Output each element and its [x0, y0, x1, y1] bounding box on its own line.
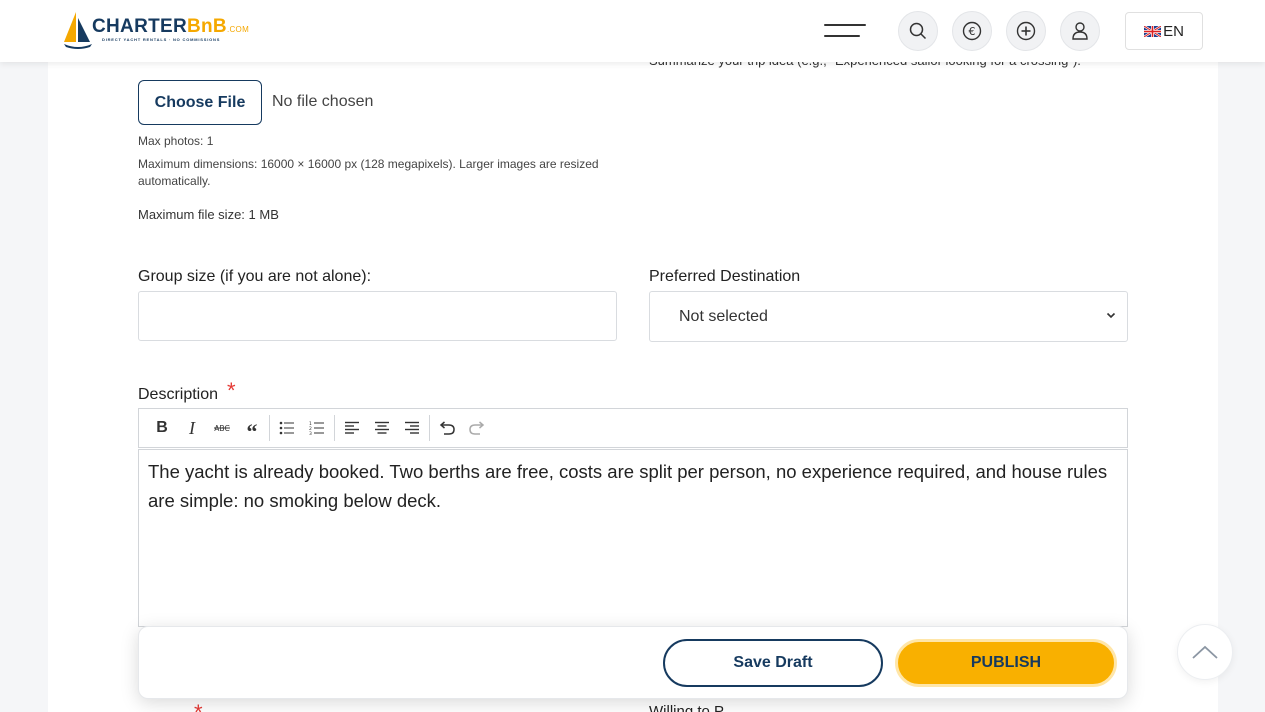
charterbnb-logo[interactable]: CHARTERBnB.COM DIRECT YACHT RENTALS · NO…	[62, 10, 252, 50]
destination-selected-value: Not selected	[679, 307, 768, 325]
chevron-down-icon	[1106, 312, 1116, 319]
menu-icon[interactable]	[824, 22, 866, 40]
scroll-to-top-button[interactable]	[1177, 624, 1233, 680]
search-button[interactable]	[898, 11, 938, 51]
required-marker: *	[227, 378, 236, 403]
quote-icon: “	[246, 419, 258, 444]
destination-select[interactable]: Not selected	[649, 291, 1128, 342]
publish-button[interactable]: PUBLISH	[895, 639, 1117, 687]
file-status: No file chosen	[272, 93, 374, 110]
bullet-list-button[interactable]	[272, 413, 302, 443]
language-selector[interactable]: EN	[1125, 12, 1203, 50]
align-left-button[interactable]	[337, 413, 367, 443]
site-header: CHARTERBnB.COM DIRECT YACHT RENTALS · NO…	[0, 0, 1265, 62]
max-file-size-note: Maximum file size: 1 MB	[138, 207, 279, 222]
bold-icon: B	[156, 419, 168, 436]
align-left-icon	[345, 421, 359, 434]
bullet-list-icon	[279, 421, 294, 435]
group-size-input[interactable]	[138, 291, 617, 341]
strikethrough-icon: ABC	[214, 424, 230, 433]
currency-button[interactable]: €	[952, 11, 992, 51]
blockquote-button[interactable]: “	[237, 413, 267, 443]
redo-icon	[469, 421, 485, 435]
chevron-up-icon	[1192, 645, 1218, 659]
italic-icon: I	[189, 417, 195, 438]
redo-button[interactable]	[462, 413, 492, 443]
action-bar: Save Draft PUBLISH	[138, 626, 1128, 699]
numbered-list-icon: 123	[309, 421, 324, 435]
max-photos-note: Max photos: 1	[138, 134, 214, 148]
add-listing-button[interactable]	[1006, 11, 1046, 51]
svg-text:€: €	[969, 25, 976, 38]
save-draft-button[interactable]: Save Draft	[663, 639, 883, 687]
align-center-icon	[375, 421, 389, 434]
logo-wordmark: CHARTERBnB.COM	[92, 16, 250, 37]
svg-text:3: 3	[309, 431, 312, 435]
align-center-button[interactable]	[367, 413, 397, 443]
bold-button[interactable]: B	[147, 413, 177, 443]
max-dimensions-note: Maximum dimensions: 16000 × 16000 px (12…	[138, 157, 599, 188]
uk-flag-icon	[1144, 25, 1162, 37]
description-label: Description	[138, 386, 219, 403]
numbered-list-button[interactable]: 123	[302, 413, 332, 443]
align-right-icon	[405, 421, 419, 434]
group-size-label: Group size (if you are not alone):	[138, 268, 372, 285]
italic-button[interactable]: I	[177, 413, 207, 443]
strikethrough-button[interactable]: ABC	[207, 413, 237, 443]
description-editor[interactable]: The yacht is already booked. Two berths …	[138, 449, 1128, 627]
user-icon	[1072, 22, 1088, 40]
euro-icon: €	[962, 21, 982, 41]
undo-button[interactable]	[432, 413, 462, 443]
next-field-label: Willing to P	[649, 703, 725, 712]
account-button[interactable]	[1060, 11, 1100, 51]
required-marker-next: *	[194, 700, 203, 712]
logo-tagline: DIRECT YACHT RENTALS · NO COMMISSIONS	[102, 37, 221, 42]
sail-logo-icon	[64, 12, 92, 49]
choose-file-button[interactable]: Choose File	[138, 80, 262, 125]
plus-circle-icon	[1016, 21, 1036, 41]
search-icon	[909, 22, 927, 40]
editor-toolbar: B I ABC “ 123	[138, 408, 1128, 448]
destination-label: Preferred Destination	[649, 268, 801, 285]
description-text: The yacht is already booked. Two berths …	[148, 461, 1108, 511]
undo-icon	[439, 421, 455, 435]
language-label: EN	[1163, 22, 1184, 40]
align-right-button[interactable]	[397, 413, 427, 443]
